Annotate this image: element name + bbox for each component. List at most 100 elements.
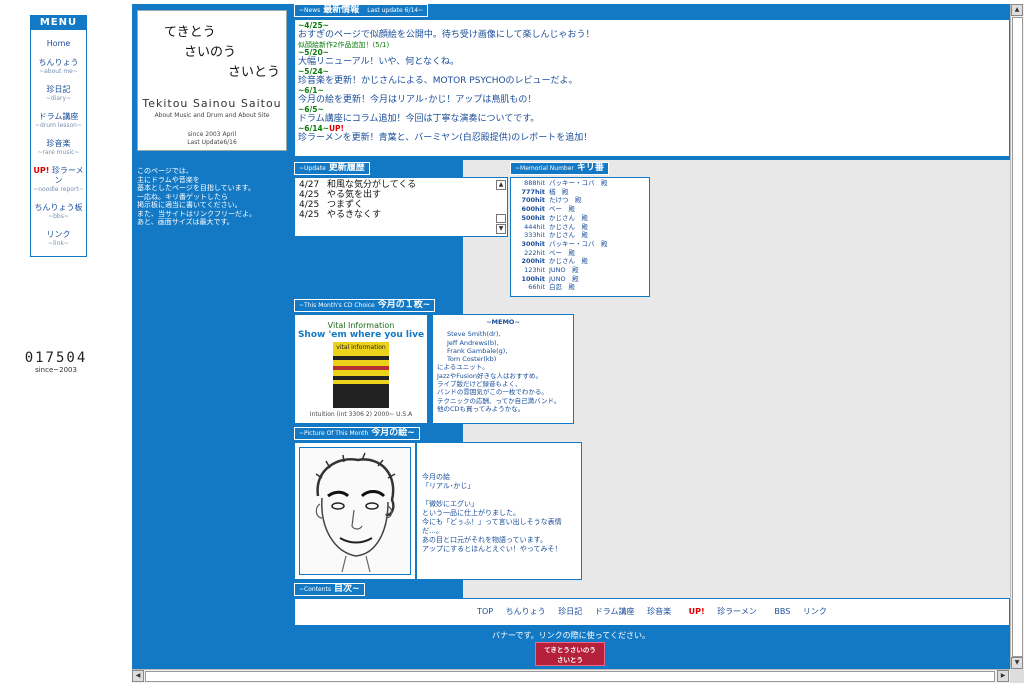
scroll-up-icon[interactable]: ▲ bbox=[1011, 4, 1023, 16]
list-item: 4/25 やる気を出す bbox=[299, 190, 382, 200]
table-row: 444hit かじさん 殿 bbox=[513, 223, 647, 232]
hit-count: 700hit bbox=[521, 196, 545, 205]
contents-link-about[interactable]: ちんりょう bbox=[506, 607, 546, 616]
contents-heading: ~Contents 目次~ bbox=[294, 583, 365, 596]
menu-title: MENU bbox=[31, 16, 86, 30]
counter-since: since~2003 bbox=[35, 366, 77, 374]
scroll-up-icon[interactable]: ▲ bbox=[496, 180, 506, 190]
contents-link-music[interactable]: 珍音楽 bbox=[647, 607, 671, 616]
menu-item-drum-lesson[interactable]: ドラム講座 ~drum lesson~ bbox=[31, 112, 86, 130]
horizontal-scroll-thumb[interactable] bbox=[145, 671, 995, 682]
intro-text: このページでは、 主にドラムや音楽を 基本としたページを目指しています。 一応ね… bbox=[137, 167, 256, 226]
table-row: 777hit 楢 殿 bbox=[513, 188, 647, 197]
hit-count: 777hit bbox=[521, 187, 545, 196]
contents-link-drum[interactable]: ドラム講座 bbox=[595, 607, 635, 616]
hit-count: 888hit bbox=[524, 179, 545, 187]
table-row: 300hit パッキー・コバ 殿 bbox=[513, 240, 647, 249]
site-name: Tekitou Sainou Saitou bbox=[142, 97, 282, 110]
hit-count: 123hit bbox=[524, 266, 545, 275]
hit-name: かじさん 殿 bbox=[549, 257, 588, 266]
update-log-box[interactable]: 4/27 和風な気分がしてくる 4/25 やる気を出す 4/25 つまずく 4/25 や… bbox=[294, 177, 508, 237]
site-banner[interactable]: てきとうさいのう さいとう bbox=[535, 642, 605, 666]
hit-count: 222hit bbox=[524, 248, 545, 257]
table-row: 200hit かじさん 殿 bbox=[513, 257, 647, 266]
hit-name: かじさん 殿 bbox=[549, 222, 588, 231]
picture-frame bbox=[294, 442, 416, 580]
scroll-down-icon[interactable]: ▼ bbox=[496, 224, 506, 234]
counter-value: 017504 bbox=[24, 350, 88, 366]
site-subtitle: About Music and Drum and About Site bbox=[154, 112, 270, 119]
scroll-left-icon[interactable]: ◀ bbox=[132, 670, 144, 682]
horizontal-scrollbar[interactable]: ◀ ▶ bbox=[132, 669, 1010, 683]
menu-item-rare-music[interactable]: 珍音楽 ~rare music~ bbox=[31, 139, 86, 157]
scroll-corner bbox=[1010, 669, 1024, 683]
vertical-scroll-thumb[interactable] bbox=[1012, 17, 1023, 657]
hit-name: JUNO 殿 bbox=[549, 266, 579, 275]
hit-count: 600hit bbox=[521, 205, 545, 214]
hit-name: ベー 殿 bbox=[549, 205, 575, 214]
memorial-box: 888hit パッキー・コバ 殿 777hit 楢 殿 700hit たけつ 殿 600hi… bbox=[510, 177, 650, 297]
hit-name: パッキー・コバ 殿 bbox=[549, 179, 608, 187]
hit-count: 66hit bbox=[528, 283, 545, 292]
menu-item-diary[interactable]: 珍日記 ~diary~ bbox=[31, 85, 86, 103]
cd-heading: ~This Month's CD Choice 今月の１枚~ bbox=[294, 299, 436, 312]
hit-name: かじさん 殿 bbox=[549, 213, 588, 222]
menu-item-noodle[interactable]: UP! 珍ラーメン ~noodle report~ bbox=[31, 166, 86, 194]
contents-nav: TOP ちんりょう 珍日記 ドラム講座 珍音楽 UP! 珍ラーメン BBS リン… bbox=[294, 598, 1010, 626]
site-since: since 2003 April Last Update6/16 bbox=[187, 131, 237, 146]
hit-count: 444hit bbox=[524, 222, 545, 231]
hit-count: 200hit bbox=[521, 257, 545, 266]
menu-item-about[interactable]: ちんりょう ~about me~ bbox=[31, 58, 86, 76]
table-row: 500hit かじさん 殿 bbox=[513, 214, 647, 223]
portrait-image bbox=[299, 447, 411, 575]
cd-artist: Vital Information bbox=[327, 321, 395, 330]
contents-link-noodle[interactable]: UP! 珍ラーメン bbox=[684, 607, 762, 616]
contents-link-diary[interactable]: 珍日記 bbox=[558, 607, 582, 616]
hit-name: かじさん 殿 bbox=[549, 231, 588, 240]
news-box: ~4/25~ おすぎのページで似顔絵を公開中。待ち受け画像にして楽しんじゃおう！… bbox=[294, 19, 1010, 157]
contents-link-top[interactable]: TOP bbox=[477, 607, 493, 616]
memo-box: ~MEMO~ Steve Smith(dr), Jeff Andrews(b),… bbox=[432, 314, 574, 424]
cd-cover-image: vital information bbox=[333, 342, 389, 408]
hit-name: たけつ 殿 bbox=[549, 196, 582, 205]
update-heading: ~Update 更新履歴 bbox=[294, 162, 370, 175]
hit-name: ベー 殿 bbox=[549, 248, 575, 257]
cd-box: Vital Information Show 'em where you liv… bbox=[294, 314, 428, 424]
side-menu: MENU Home ちんりょう ~about me~ 珍日記 ~diary~ ド… bbox=[30, 15, 87, 257]
menu-item-bbs[interactable]: ちんりょう板 ~bbs~ bbox=[31, 203, 86, 221]
menu-item-link[interactable]: リンク ~link~ bbox=[31, 230, 86, 248]
up-badge: UP! bbox=[328, 124, 344, 133]
table-row: 222hit ベー 殿 bbox=[513, 249, 647, 258]
hit-count: 333hit bbox=[524, 231, 545, 240]
table-row: 100hit JUNO 殿 bbox=[513, 275, 647, 284]
access-counter: 017504 since~2003 bbox=[20, 350, 92, 374]
banner-note: バナーです。リンクの際に使ってください。 bbox=[491, 631, 651, 640]
scroll-right-icon[interactable]: ▶ bbox=[997, 670, 1009, 682]
table-row: 888hit パッキー・コバ 殿 bbox=[513, 179, 647, 188]
hit-count: 500hit bbox=[521, 213, 545, 222]
picture-description: 今月の絵 「リアル･かじ」 「微妙にエグい」 という一品に仕上がりました。 今に… bbox=[416, 442, 582, 580]
scroll-thumb[interactable] bbox=[496, 214, 506, 223]
table-row: 333hit かじさん 殿 bbox=[513, 231, 647, 240]
hit-count: 100hit bbox=[521, 274, 545, 283]
vertical-scrollbar[interactable]: ▲ ▼ bbox=[1010, 4, 1024, 669]
table-row: 66hit 白忍 殿 bbox=[513, 283, 647, 292]
cd-label: Intuition (int 3306 2) 2000~ U.S.A bbox=[309, 411, 413, 418]
hit-name: パッキー・コバ 殿 bbox=[549, 239, 608, 248]
memo-title: ~MEMO~ bbox=[486, 318, 520, 326]
contents-link-link[interactable]: リンク bbox=[803, 607, 827, 616]
scroll-down-icon[interactable]: ▼ bbox=[1011, 657, 1023, 669]
list-item: 4/27 和風な気分がしてくる bbox=[299, 180, 417, 190]
hit-count: 300hit bbox=[521, 239, 545, 248]
cd-album: Show 'em where you live bbox=[297, 330, 425, 340]
contents-link-bbs[interactable]: BBS bbox=[774, 607, 790, 616]
menu-item-home[interactable]: Home bbox=[31, 39, 86, 49]
table-row: 123hit JUNO 殿 bbox=[513, 266, 647, 275]
up-badge: UP! bbox=[688, 607, 705, 616]
news-heading: ~News 最新情報 Last update 6/14~ bbox=[294, 4, 429, 17]
memorial-heading: ~Memorial Number キリ番 bbox=[510, 162, 609, 175]
list-item: 4/25 やるきなくす bbox=[299, 210, 382, 220]
table-row: 700hit たけつ 殿 bbox=[513, 196, 647, 205]
list-item: 4/25 つまずく bbox=[299, 200, 364, 210]
picture-heading: ~Picture Of This Month 今月の絵~ bbox=[294, 427, 420, 440]
